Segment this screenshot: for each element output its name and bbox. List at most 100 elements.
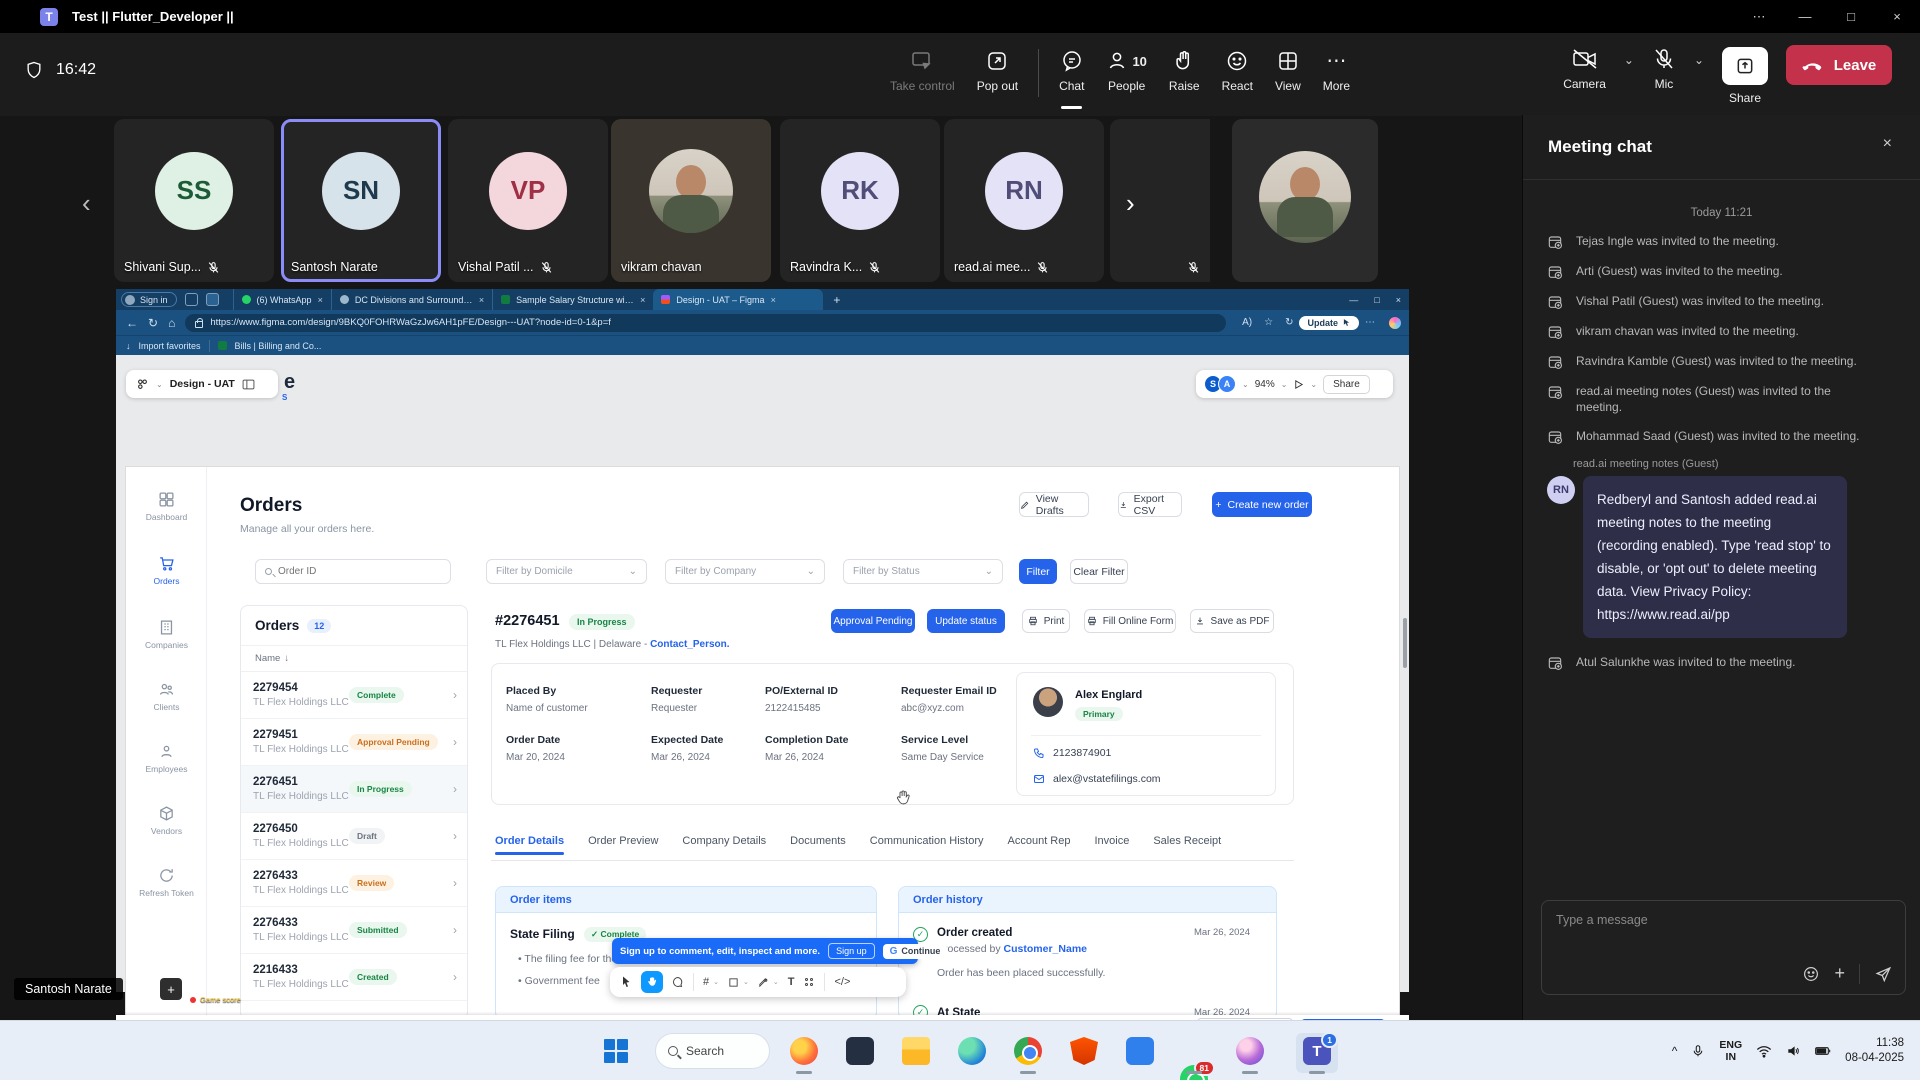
sidebar-item-vendors[interactable]: Vendors	[126, 805, 207, 836]
chat-message-input[interactable]	[1556, 913, 1876, 927]
volume-icon[interactable]	[1786, 1044, 1801, 1058]
tab-close-icon[interactable]: ×	[771, 295, 776, 305]
detail-tab[interactable]: Documents	[790, 835, 846, 855]
shape-tool-icon[interactable]	[728, 977, 739, 988]
mic-options-chev​ron-icon[interactable]: ⌄	[1694, 53, 1704, 67]
filter-company-select[interactable]: Filter by Company⌄	[665, 559, 825, 584]
browser-close-icon[interactable]: ×	[1396, 295, 1401, 305]
sign-up-button[interactable]: Sign up	[828, 943, 875, 959]
detail-tab[interactable]: Company Details	[682, 835, 766, 855]
update-status-button[interactable]: Update status	[927, 609, 1005, 633]
pen-tool-icon[interactable]	[758, 977, 769, 988]
google-continue-button[interactable]: GContinue	[883, 944, 948, 959]
new-tab-button[interactable]: +	[833, 293, 840, 307]
row-chevron-icon[interactable]: ›	[453, 688, 457, 702]
vscode-icon[interactable]	[1126, 1037, 1154, 1065]
pop-out-button[interactable]: Pop out	[975, 45, 1020, 97]
people-button[interactable]: 10 People	[1104, 45, 1148, 97]
detail-tab[interactable]: Order Details	[495, 835, 564, 855]
emoji-icon[interactable]	[1802, 965, 1820, 983]
detail-tab[interactable]: Account Rep	[1008, 835, 1071, 855]
file-explorer-icon[interactable]	[902, 1037, 930, 1065]
sidebar-item-companies[interactable]: Companies	[126, 619, 207, 650]
favorite-icon[interactable]: ☆	[1264, 317, 1273, 328]
battery-icon[interactable]	[1815, 1045, 1831, 1057]
participant-tile[interactable]: VP Vishal Patil ...	[448, 119, 608, 282]
actions-tool-icon[interactable]	[803, 976, 815, 988]
row-chevron-icon[interactable]: ›	[453, 923, 457, 937]
presenter-plus-button[interactable]: +	[160, 978, 182, 1000]
chat-close-icon[interactable]: ×	[1883, 135, 1892, 153]
sidebar-item-dashboard[interactable]: Dashboard	[126, 491, 207, 522]
start-button[interactable]	[604, 1039, 628, 1063]
titlebar-more-icon[interactable]: ⋯	[1736, 0, 1782, 33]
send-icon[interactable]	[1874, 964, 1893, 983]
row-chevron-icon[interactable]: ›	[453, 782, 457, 796]
detail-tab[interactable]: Sales Receipt	[1153, 835, 1221, 855]
filter-status-select[interactable]: Filter by Status⌄	[843, 559, 1003, 584]
order-row[interactable]: 2216433 TL Flex Holdings LLC Created ›	[241, 954, 467, 1001]
filter-clear-button[interactable]: Clear Filter	[1070, 559, 1128, 584]
participant-tile[interactable]: RK Ravindra K...	[780, 119, 940, 282]
language-switcher[interactable]: ENGIN	[1719, 1039, 1742, 1063]
layout-icon[interactable]	[242, 379, 255, 390]
url-field[interactable]: https://www.figma.com/design/9BKQ0FOHRWa…	[185, 314, 1226, 332]
camera-options-chevron-icon[interactable]: ⌄	[1624, 53, 1634, 67]
home-icon[interactable]: ⌂	[168, 316, 175, 330]
copilot-icon[interactable]	[1389, 317, 1401, 329]
order-id-input[interactable]	[278, 566, 441, 577]
browser-tab[interactable]: DC Divisions and Surroundings×	[331, 289, 492, 310]
chat-button[interactable]: Chat	[1057, 45, 1086, 97]
order-row[interactable]: 2276433 TL Flex Holdings LLC Submitted ›	[241, 907, 467, 954]
firefox-icon[interactable]	[790, 1037, 818, 1065]
zoom-chevron-icon[interactable]: ⌄	[1281, 380, 1288, 389]
order-row[interactable]: 2276433 TL Flex Holdings LLC Review ›	[241, 860, 467, 907]
sidebar-item-refresh-token[interactable]: Refresh Token	[126, 867, 207, 898]
row-chevron-icon[interactable]: ›	[453, 829, 457, 843]
approval-pending-button[interactable]: Approval Pending	[831, 609, 915, 633]
tray-expand-icon[interactable]: ^	[1672, 1044, 1678, 1058]
browser-update-button[interactable]: Update	[1299, 316, 1359, 330]
refresh-icon[interactable]: ↻	[148, 316, 158, 330]
browser-tab-active[interactable]: Design - UAT – Figma×	[653, 289, 823, 310]
taskbar-search[interactable]: Search	[655, 1033, 770, 1069]
fill-online-form-button[interactable]: Fill Online Form	[1084, 609, 1176, 633]
figma-doc-title[interactable]: Design - UAT	[170, 378, 235, 390]
export-csv-button[interactable]: Export CSV	[1118, 492, 1182, 517]
participant-tile-active-speaker[interactable]: SN Santosh Narate	[281, 119, 441, 282]
brave-icon[interactable]	[1070, 1037, 1098, 1065]
bookmark-import-favorites[interactable]: Import favorites	[139, 341, 201, 351]
figma-share-button[interactable]: Share	[1323, 375, 1370, 394]
contact-phone[interactable]: 2123874901	[1053, 747, 1111, 759]
browser-profile-button[interactable]: Sign in	[121, 292, 177, 307]
collaborators-chevron-icon[interactable]: ⌄	[1242, 380, 1249, 389]
order-row[interactable]: 2279454 TL Flex Holdings LLC Complete ›	[241, 672, 467, 719]
dev-mode-icon[interactable]: </>	[834, 976, 850, 988]
hand-tool-icon[interactable]	[641, 971, 663, 993]
strip-scroll-left-icon[interactable]: ‹	[82, 188, 91, 219]
tray-mic-icon[interactable]	[1691, 1044, 1705, 1058]
detail-tab[interactable]: Communication History	[870, 835, 984, 855]
maximize-button[interactable]: □	[1828, 0, 1874, 33]
customer-name-link[interactable]: Customer_Name	[1004, 943, 1087, 955]
filter-apply-button[interactable]: Filter	[1019, 559, 1057, 584]
tab-close-icon[interactable]: ×	[479, 295, 484, 305]
minimize-button[interactable]: —	[1782, 0, 1828, 33]
row-chevron-icon[interactable]: ›	[453, 970, 457, 984]
more-button[interactable]: ⋯ More	[1321, 45, 1352, 97]
participant-tile-partial[interactable]	[1110, 119, 1210, 282]
contact-person-link[interactable]: Contact_Person.	[650, 639, 729, 650]
text-tool-icon[interactable]: T	[788, 976, 795, 988]
back-icon[interactable]: ←	[126, 316, 138, 330]
order-row[interactable]: 2276450 TL Flex Holdings LLC Draft ›	[241, 813, 467, 860]
browser-restore-icon[interactable]: □	[1374, 295, 1379, 305]
tab-close-icon[interactable]: ×	[640, 295, 645, 305]
canvas-scrollbar[interactable]	[1403, 618, 1407, 668]
sidebar-item-employees[interactable]: Employees	[126, 743, 207, 774]
dark-app-icon[interactable]	[846, 1037, 874, 1065]
workspaces-icon[interactable]	[185, 293, 198, 306]
read-aloud-icon[interactable]: A)	[1242, 317, 1252, 328]
leave-button[interactable]: Leave	[1786, 45, 1892, 85]
detail-tab[interactable]: Order Preview	[588, 835, 658, 855]
present-chevron-icon[interactable]: ⌄	[1310, 380, 1317, 389]
